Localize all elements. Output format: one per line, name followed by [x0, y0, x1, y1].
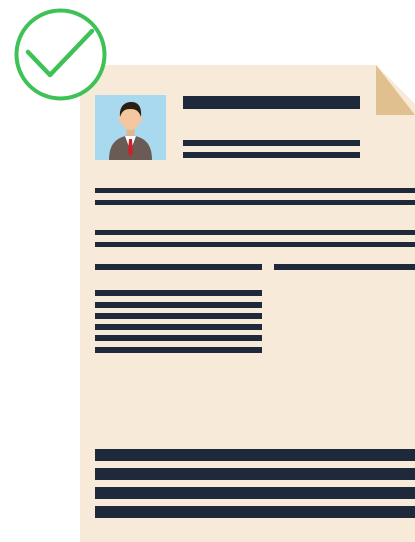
person-avatar-icon	[95, 95, 166, 160]
section-header-left	[95, 264, 262, 270]
text-line	[95, 242, 415, 247]
footer-line	[95, 468, 415, 480]
footer-line	[95, 506, 415, 518]
column-text-line	[95, 335, 262, 341]
column-text-line	[95, 313, 262, 319]
title-line-2	[183, 152, 360, 158]
text-line	[95, 188, 415, 193]
text-line	[95, 200, 415, 205]
column-text-line	[95, 347, 262, 353]
checkmark-circle-icon	[13, 7, 108, 102]
column-text-line	[95, 302, 262, 308]
name-line	[183, 96, 360, 109]
title-line-1	[183, 140, 360, 146]
section-header-right	[274, 264, 415, 270]
text-line	[95, 230, 415, 235]
resume-illustration	[0, 0, 415, 542]
column-text-line	[95, 290, 262, 296]
column-text-line	[95, 324, 262, 330]
footer-line	[95, 449, 415, 461]
profile-photo	[95, 95, 166, 160]
footer-line	[95, 487, 415, 499]
